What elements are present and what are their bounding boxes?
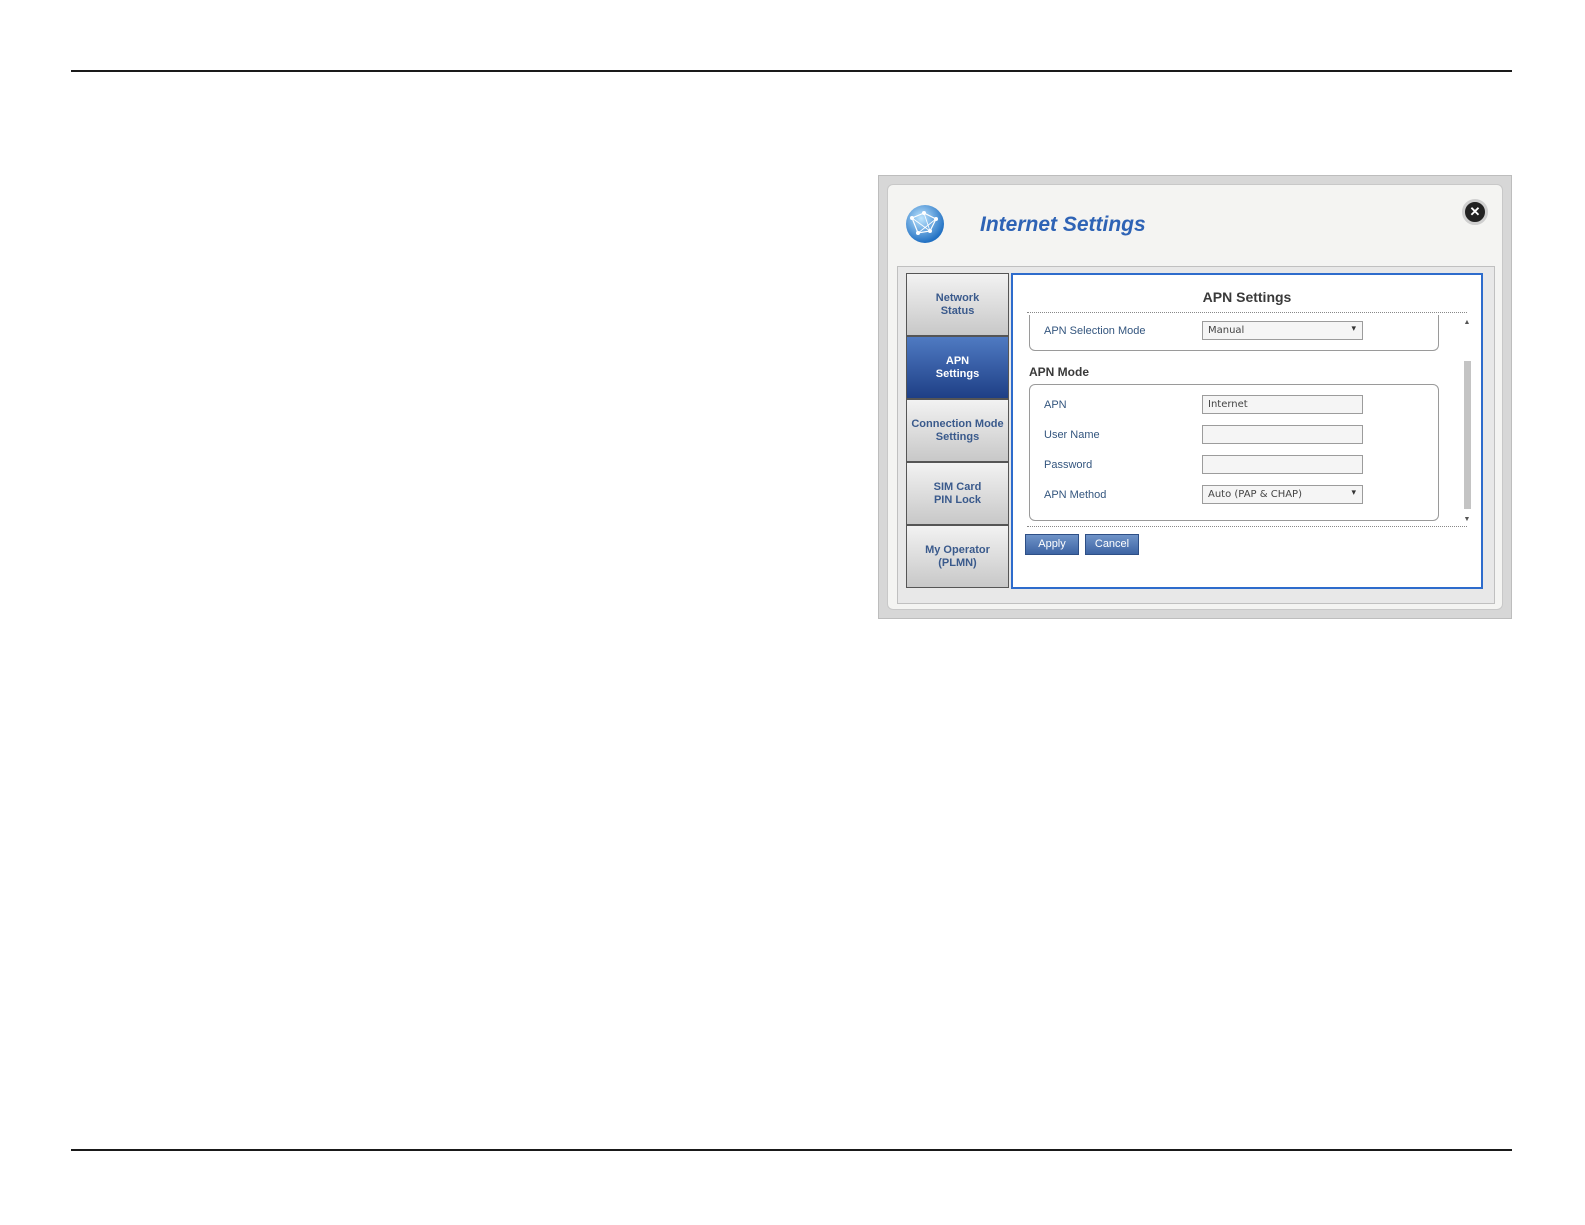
scrollbar[interactable]: ▲ ▼	[1463, 319, 1471, 523]
password-label: Password	[1044, 459, 1093, 471]
apn-selection-row: APN Selection Mode Manual	[1044, 321, 1438, 341]
scroll-up-icon[interactable]: ▲	[1463, 319, 1471, 326]
apn-row: APN Internet	[1044, 395, 1438, 415]
username-row: User Name	[1044, 425, 1438, 445]
scrollbar-thumb[interactable]	[1464, 361, 1471, 509]
apn-mode-group: APN Internet User Name Password APN Meth…	[1029, 384, 1439, 521]
username-input[interactable]	[1202, 425, 1363, 444]
divider	[1027, 526, 1467, 527]
apn-selection-mode-select[interactable]: Manual	[1202, 321, 1363, 340]
apn-selection-mode-label: APN Selection Mode	[1044, 325, 1146, 337]
apn-method-row: APN Method Auto (PAP & CHAP)	[1044, 485, 1438, 505]
scroll-region: APN Selection Mode Manual APN Mode APN I…	[1027, 315, 1467, 525]
apn-method-label: APN Method	[1044, 489, 1107, 501]
apn-input[interactable]: Internet	[1202, 395, 1363, 414]
apn-settings-panel: APN Settings APN Selection Mode Manual A…	[1011, 273, 1483, 589]
sidebar: Network Status APN Settings Connection M…	[906, 273, 1009, 588]
apn-selection-group: APN Selection Mode Manual	[1029, 315, 1439, 351]
window-title: Internet Settings	[980, 213, 1146, 236]
tab-apn-settings[interactable]: APN Settings	[906, 336, 1009, 399]
tab-my-operator-plmn[interactable]: My Operator (PLMN)	[906, 525, 1009, 588]
password-input[interactable]	[1202, 455, 1363, 474]
panel-title: APN Settings	[1202, 289, 1292, 305]
bottom-rule	[71, 1149, 1512, 1151]
tab-connection-mode-settings[interactable]: Connection Mode Settings	[906, 399, 1009, 462]
internet-settings-window: Internet Settings ✕ Network Status APN S…	[878, 175, 1512, 619]
window-body: Internet Settings ✕ Network Status APN S…	[887, 184, 1503, 610]
password-row: Password	[1044, 455, 1438, 475]
apn-label: APN	[1044, 399, 1067, 411]
apply-button[interactable]: Apply	[1025, 534, 1079, 555]
apn-mode-heading: APN Mode	[1029, 365, 1089, 379]
content-area: Network Status APN Settings Connection M…	[897, 266, 1495, 604]
username-label: User Name	[1044, 429, 1100, 441]
cancel-button[interactable]: Cancel	[1085, 534, 1139, 555]
divider	[1027, 312, 1467, 313]
globe-icon	[906, 205, 944, 243]
scroll-down-icon[interactable]: ▼	[1463, 516, 1471, 523]
apn-method-select[interactable]: Auto (PAP & CHAP)	[1202, 485, 1363, 504]
close-icon[interactable]: ✕	[1462, 199, 1488, 225]
top-rule	[71, 70, 1512, 72]
tab-network-status[interactable]: Network Status	[906, 273, 1009, 336]
tab-sim-card-pin-lock[interactable]: SIM Card PIN Lock	[906, 462, 1009, 525]
